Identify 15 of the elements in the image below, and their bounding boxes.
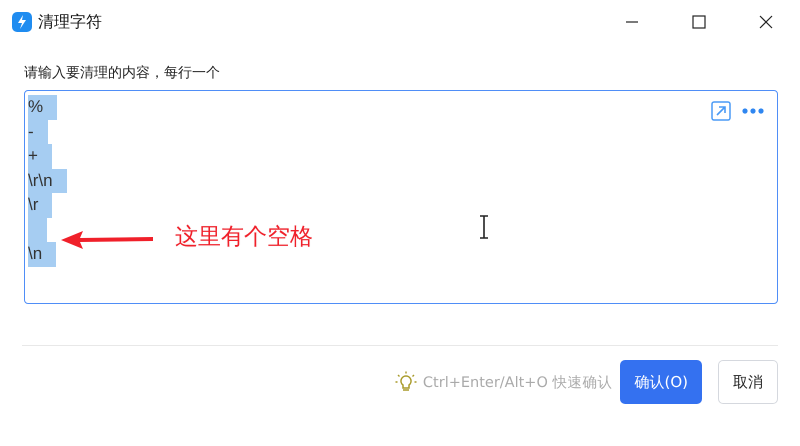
confirm-button[interactable]: 确认(O) [620, 360, 702, 404]
prompt-label: 请输入要清理的内容，每行一个 [24, 64, 220, 82]
app-logo-icon [12, 12, 32, 32]
annotation-text: 这里有个空格 [175, 223, 313, 252]
expand-icon[interactable] [711, 101, 731, 121]
shortcut-hint: Ctrl+Enter/Alt+O 快速确认 [422, 374, 612, 392]
text-editor[interactable]: % - + \r\n \r \n 这里有个空格 [24, 90, 778, 304]
window-title: 清理字符 [38, 12, 102, 32]
lightbulb-icon [394, 371, 417, 393]
maximize-icon[interactable] [691, 14, 707, 30]
arrow-icon [61, 230, 153, 250]
cancel-button[interactable]: 取消 [718, 360, 778, 404]
more-icon[interactable] [741, 107, 765, 115]
text-cursor-icon [479, 215, 489, 239]
close-icon[interactable] [758, 14, 774, 30]
